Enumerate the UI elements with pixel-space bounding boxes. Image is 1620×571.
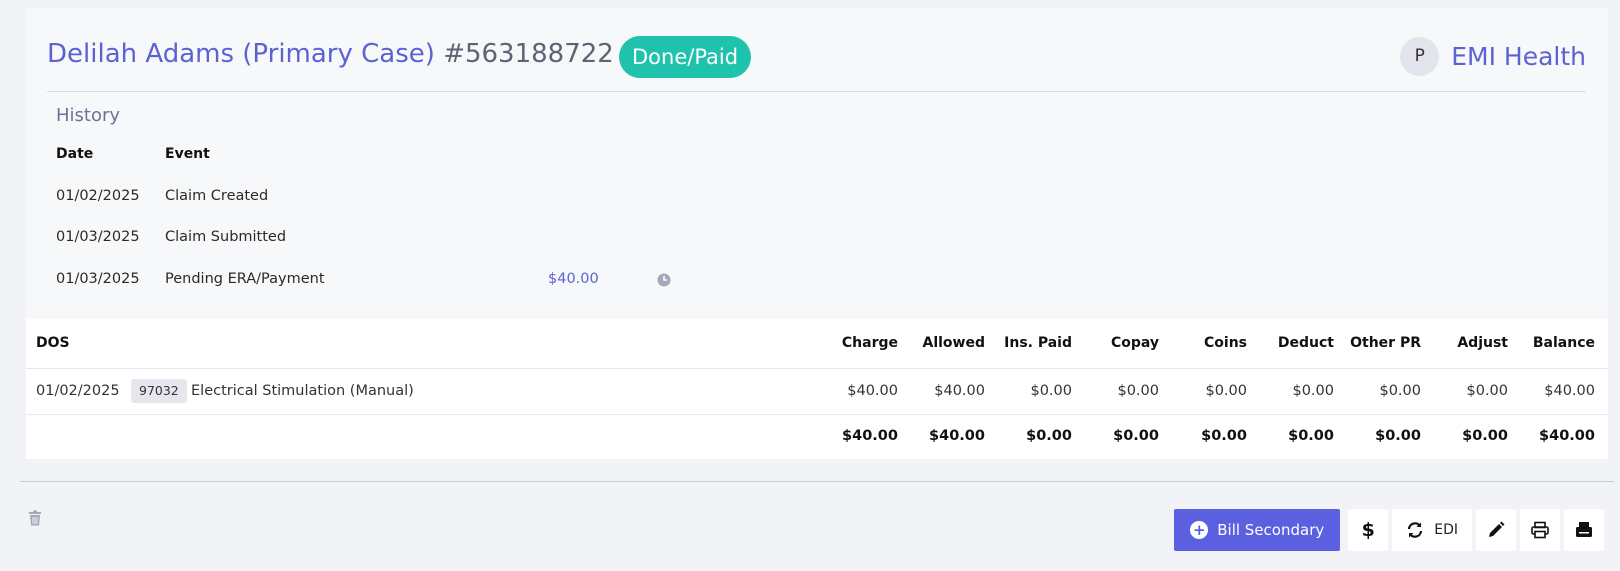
balance-header: Balance (1532, 335, 1595, 351)
service-lines-table: DOS Charge Allowed Ins. Paid Copay Coins… (26, 319, 1608, 459)
refresh-icon (1408, 522, 1423, 538)
copay-total: $0.00 (1113, 428, 1159, 444)
history-date-header: Date (56, 146, 94, 162)
coins-total: $0.00 (1201, 428, 1247, 444)
ins-paid-header: Ins. Paid (1004, 335, 1072, 351)
payer-name[interactable]: EMI Health (1451, 42, 1586, 71)
service-lines-header: DOS Charge Allowed Ins. Paid Copay Coins… (26, 319, 1608, 369)
history-event-header: Event (165, 146, 210, 162)
balance-value: $40.00 (1544, 383, 1595, 399)
deduct-header: Deduct (1277, 335, 1334, 351)
plus-circle-icon: + (1190, 521, 1209, 539)
printer-icon (1531, 521, 1549, 539)
edi-label: EDI (1434, 522, 1458, 538)
deduct-total: $0.00 (1288, 428, 1334, 444)
charge-value: $40.00 (847, 383, 898, 399)
other-pr-total: $0.00 (1375, 428, 1421, 444)
dos-header: DOS (36, 335, 70, 351)
copay-header: Copay (1110, 335, 1159, 351)
clock-icon[interactable] (657, 273, 671, 291)
ins-paid-value: $0.00 (1030, 383, 1072, 399)
adjust-header: Adjust (1457, 335, 1508, 351)
other-pr-value: $0.00 (1379, 383, 1421, 399)
table-row[interactable]: 01/02/2025 97032 Electrical Stimulation … (26, 369, 1608, 415)
claim-number: #563188722 (443, 39, 614, 69)
charge-total: $40.00 (842, 428, 898, 444)
fax-button[interactable] (1564, 509, 1604, 551)
dollar-icon: $ (1361, 519, 1375, 541)
history-title: History (56, 105, 121, 126)
procedure-code-chip: 97032 (131, 379, 187, 403)
history-event: Claim Created (165, 188, 269, 204)
history-date: 01/03/2025 (56, 271, 140, 287)
history-event: Claim Submitted (165, 229, 287, 245)
history-amount[interactable]: $40.00 (548, 271, 599, 287)
allowed-header: Allowed (922, 335, 985, 351)
other-pr-header: Other PR (1350, 335, 1421, 351)
avatar: P (1400, 36, 1440, 76)
pencil-icon (1489, 521, 1505, 537)
charge-header: Charge (841, 335, 898, 351)
print-button[interactable] (1520, 509, 1560, 551)
deduct-value: $0.00 (1292, 383, 1334, 399)
balance-total: $40.00 (1539, 428, 1595, 444)
fax-icon (1576, 522, 1592, 537)
procedure-description: Electrical Stimulation (Manual) (191, 383, 414, 399)
adjust-value: $0.00 (1466, 383, 1508, 399)
copay-value: $0.00 (1117, 383, 1159, 399)
claim-header: Delilah Adams (Primary Case) #563188722 … (47, 8, 1586, 92)
edit-button[interactable] (1476, 509, 1516, 551)
history-date: 01/02/2025 (56, 188, 140, 204)
trash-icon[interactable] (28, 510, 42, 530)
payment-button[interactable]: $ (1348, 509, 1389, 551)
dos-value: 01/02/2025 (36, 383, 120, 399)
patient-case-title[interactable]: Delilah Adams (Primary Case) (47, 39, 435, 69)
action-toolbar: + Bill Secondary $ EDI (1174, 509, 1604, 551)
history-event: Pending ERA/Payment (165, 271, 325, 287)
adjust-total: $0.00 (1462, 428, 1508, 444)
status-badge: Done/Paid (619, 36, 752, 78)
allowed-total: $40.00 (929, 428, 985, 444)
coins-value: $0.00 (1205, 383, 1247, 399)
divider (20, 481, 1614, 482)
payer[interactable]: P EMI Health (1400, 35, 1586, 77)
claim-card: Delilah Adams (Primary Case) #563188722 … (26, 8, 1608, 459)
coins-header: Coins (1204, 335, 1247, 351)
allowed-value: $40.00 (934, 383, 985, 399)
edi-button[interactable]: EDI (1392, 509, 1472, 551)
page-title: Delilah Adams (Primary Case) #563188722 (47, 39, 614, 69)
ins-paid-total: $0.00 (1026, 428, 1072, 444)
history-date: 01/03/2025 (56, 229, 140, 245)
bill-secondary-label: Bill Secondary (1217, 521, 1325, 539)
totals-row: $40.00 $40.00 $0.00 $0.00 $0.00 $0.00 $0… (26, 415, 1608, 459)
bill-secondary-button[interactable]: + Bill Secondary (1174, 509, 1341, 551)
